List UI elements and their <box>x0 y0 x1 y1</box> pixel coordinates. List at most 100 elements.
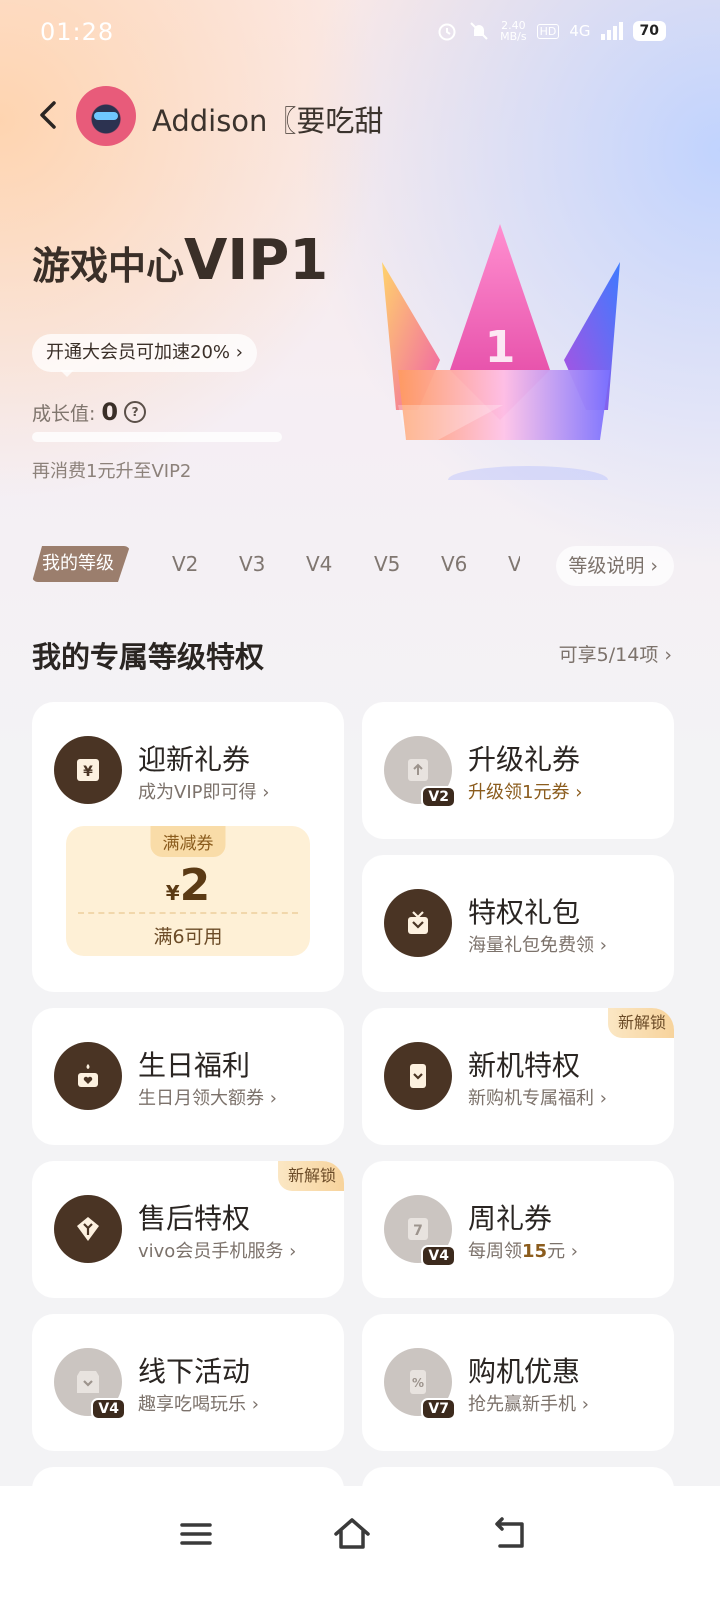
speedup-tip-text: 开通大会员可加速20% <box>46 342 231 363</box>
tab-v5[interactable]: V5 <box>374 552 400 576</box>
privilege-card-gift-pack[interactable]: 特权礼包 海量礼包免费领 › <box>362 855 674 992</box>
new-device-icon-circle <box>384 1042 452 1110</box>
privilege-title: 购机优惠 <box>468 1355 581 1388</box>
privilege-title: 迎新礼券 <box>138 743 251 776</box>
offline-events-icon-circle: V4 <box>54 1348 126 1420</box>
coupon-condition: 满6可用 <box>153 926 223 948</box>
user-avatar[interactable] <box>76 86 136 146</box>
shop-icon <box>77 1371 99 1393</box>
phone-icon <box>410 1064 426 1088</box>
privilege-card-birthday[interactable]: 生日福利 生日月领大额券 › <box>32 1008 344 1145</box>
level-tabs: 我的等级 V2 V3 V4 V5 V6 V7 等级说明 › <box>0 546 720 588</box>
tab-v6[interactable]: V6 <box>441 552 467 576</box>
vip-title-text: 游戏中心 <box>32 244 185 288</box>
upgrade-ticket-icon <box>408 759 428 781</box>
battery-indicator: 70 <box>632 21 666 41</box>
tab-v4[interactable]: V4 <box>306 552 332 576</box>
svg-text:¥: ¥ <box>83 764 93 780</box>
crown-number: 1 <box>485 322 516 373</box>
privileges-count-link[interactable]: 可享5/14项 › <box>559 640 672 667</box>
level-badge: V2 <box>421 786 456 808</box>
privilege-subtitle-text: 新购机专属福利 <box>468 1088 594 1109</box>
privilege-subtitle: 每周领15元 › <box>468 1237 578 1263</box>
privilege-title: 升级礼券 <box>468 743 581 776</box>
chevron-right-icon: › <box>599 935 607 956</box>
level-badge: V4 <box>91 1398 126 1420</box>
privilege-subtitle-text: vivo会员手机服务 <box>138 1241 284 1262</box>
calendar-seven-icon: 7 <box>408 1218 428 1240</box>
privilege-card-after-sales[interactable]: 新解锁 售后特权 vivo会员手机服务 › <box>32 1161 344 1298</box>
chevron-right-icon: › <box>262 782 270 803</box>
network-speed-unit: MB/s <box>500 30 527 43</box>
privilege-title: 周礼券 <box>468 1202 553 1235</box>
privilege-card-upgrade-coupon[interactable]: V2 升级礼券 升级领1元券 › <box>362 702 674 839</box>
privilege-card-weekly-coupon[interactable]: 7 V4 周礼券 每周领15元 › <box>362 1161 674 1298</box>
vip-level-text: VIP1 <box>184 228 329 293</box>
privilege-subtitle: 升级领1元券 › <box>468 778 582 804</box>
back-icon[interactable] <box>490 1514 530 1554</box>
help-icon[interactable]: ? <box>124 401 147 423</box>
hd-voice-icon: HD <box>536 23 560 39</box>
tab-v2[interactable]: V2 <box>172 552 198 576</box>
svg-text:%: % <box>412 1376 424 1390</box>
gift-box-icon <box>408 911 428 934</box>
privilege-subtitle: 新购机专属福利 › <box>468 1084 607 1110</box>
birthday-cake-icon <box>78 1064 98 1087</box>
ticket-icon: ¥ <box>77 759 99 781</box>
privilege-subtitle-text: 成为VIP即可得 <box>138 782 257 803</box>
weekly-sub-prefix: 每周领 <box>468 1241 522 1262</box>
vip-title: 游戏中心VIP1 <box>32 228 328 293</box>
growth-progress-bar <box>32 432 282 442</box>
privilege-subtitle: vivo会员手机服务 › <box>138 1237 296 1263</box>
privilege-title: 新机特权 <box>468 1049 581 1082</box>
privilege-subtitle-text: 生日月领大额券 <box>138 1088 264 1109</box>
system-navigation-bar <box>0 1486 720 1600</box>
privilege-subtitle: 生日月领大额券 › <box>138 1084 277 1110</box>
status-bar: 01:28 2.40 MB/s HD 4G 70 <box>0 0 720 64</box>
chevron-right-icon: › <box>289 1241 297 1262</box>
network-speed: 2.40 MB/s <box>500 20 526 42</box>
privilege-card-offline-events[interactable]: V4 线下活动 趣享吃喝玩乐 › <box>32 1314 344 1451</box>
home-icon[interactable] <box>332 1514 372 1554</box>
chevron-right-icon: › <box>650 555 658 577</box>
speedup-tip-bubble[interactable]: 开通大会员可加速20% › <box>32 334 257 377</box>
menu-icon[interactable] <box>176 1514 216 1554</box>
chevron-right-icon: › <box>599 1088 607 1109</box>
chevron-right-icon: › <box>664 644 672 666</box>
privilege-subtitle: 趣享吃喝玩乐 › <box>138 1390 259 1416</box>
privilege-card-new-device[interactable]: 新解锁 新机特权 新购机专属福利 › <box>362 1008 674 1145</box>
level-description-button[interactable]: 等级说明 › <box>556 546 674 586</box>
username: Addison〖要吃甜 <box>152 104 384 138</box>
chevron-right-icon: › <box>251 1394 259 1415</box>
chevron-right-icon: › <box>581 1394 589 1415</box>
discount-coupon[interactable]: 满减券 ¥2 满6可用 <box>66 826 310 956</box>
privilege-card-purchase-discount[interactable]: % V7 购机优惠 抢先赢新手机 › <box>362 1314 674 1451</box>
new-unlock-tag: 新解锁 <box>607 1008 674 1038</box>
privilege-subtitle: 抢先赢新手机 › <box>468 1390 589 1416</box>
signal-icon <box>600 22 623 40</box>
privilege-card-welcome-coupon[interactable]: ¥ 迎新礼券 成为VIP即可得 › 满减券 ¥2 满6可用 <box>32 702 344 992</box>
chevron-right-icon: › <box>269 1088 277 1109</box>
level-tab-scroller[interactable]: V2 V3 V4 V5 V6 V7 <box>140 546 520 588</box>
growth-value-row: 成长值: 0 ? <box>32 398 147 426</box>
next-level-tip: 再消费1元升至VIP2 <box>32 461 192 482</box>
weekly-amount: 15 <box>522 1241 548 1262</box>
percent-phone-icon: % <box>410 1370 426 1394</box>
privilege-title: 售后特权 <box>138 1202 251 1235</box>
tab-my-level[interactable]: 我的等级 <box>32 546 130 582</box>
chevron-right-icon: › <box>575 782 583 803</box>
coupon-amount: ¥2 <box>66 860 310 911</box>
privilege-subtitle: 成为VIP即可得 › <box>138 778 269 804</box>
privilege-title: 线下活动 <box>138 1355 251 1388</box>
back-arrow-icon[interactable] <box>34 100 64 130</box>
wrench-shield-icon <box>77 1217 99 1241</box>
privileges-section-title: 我的专属等级特权 <box>32 640 265 674</box>
tab-v7[interactable]: V7 <box>508 552 520 576</box>
privilege-title: 生日福利 <box>138 1049 251 1082</box>
level-description-label: 等级说明 <box>568 555 645 577</box>
tab-v3[interactable]: V3 <box>239 552 265 576</box>
new-unlock-tag: 新解锁 <box>277 1161 344 1191</box>
privilege-subtitle-text: 趣享吃喝玩乐 <box>138 1394 246 1415</box>
growth-label: 成长值: <box>32 402 96 425</box>
status-icons: 2.40 MB/s HD 4G 70 <box>436 20 666 42</box>
